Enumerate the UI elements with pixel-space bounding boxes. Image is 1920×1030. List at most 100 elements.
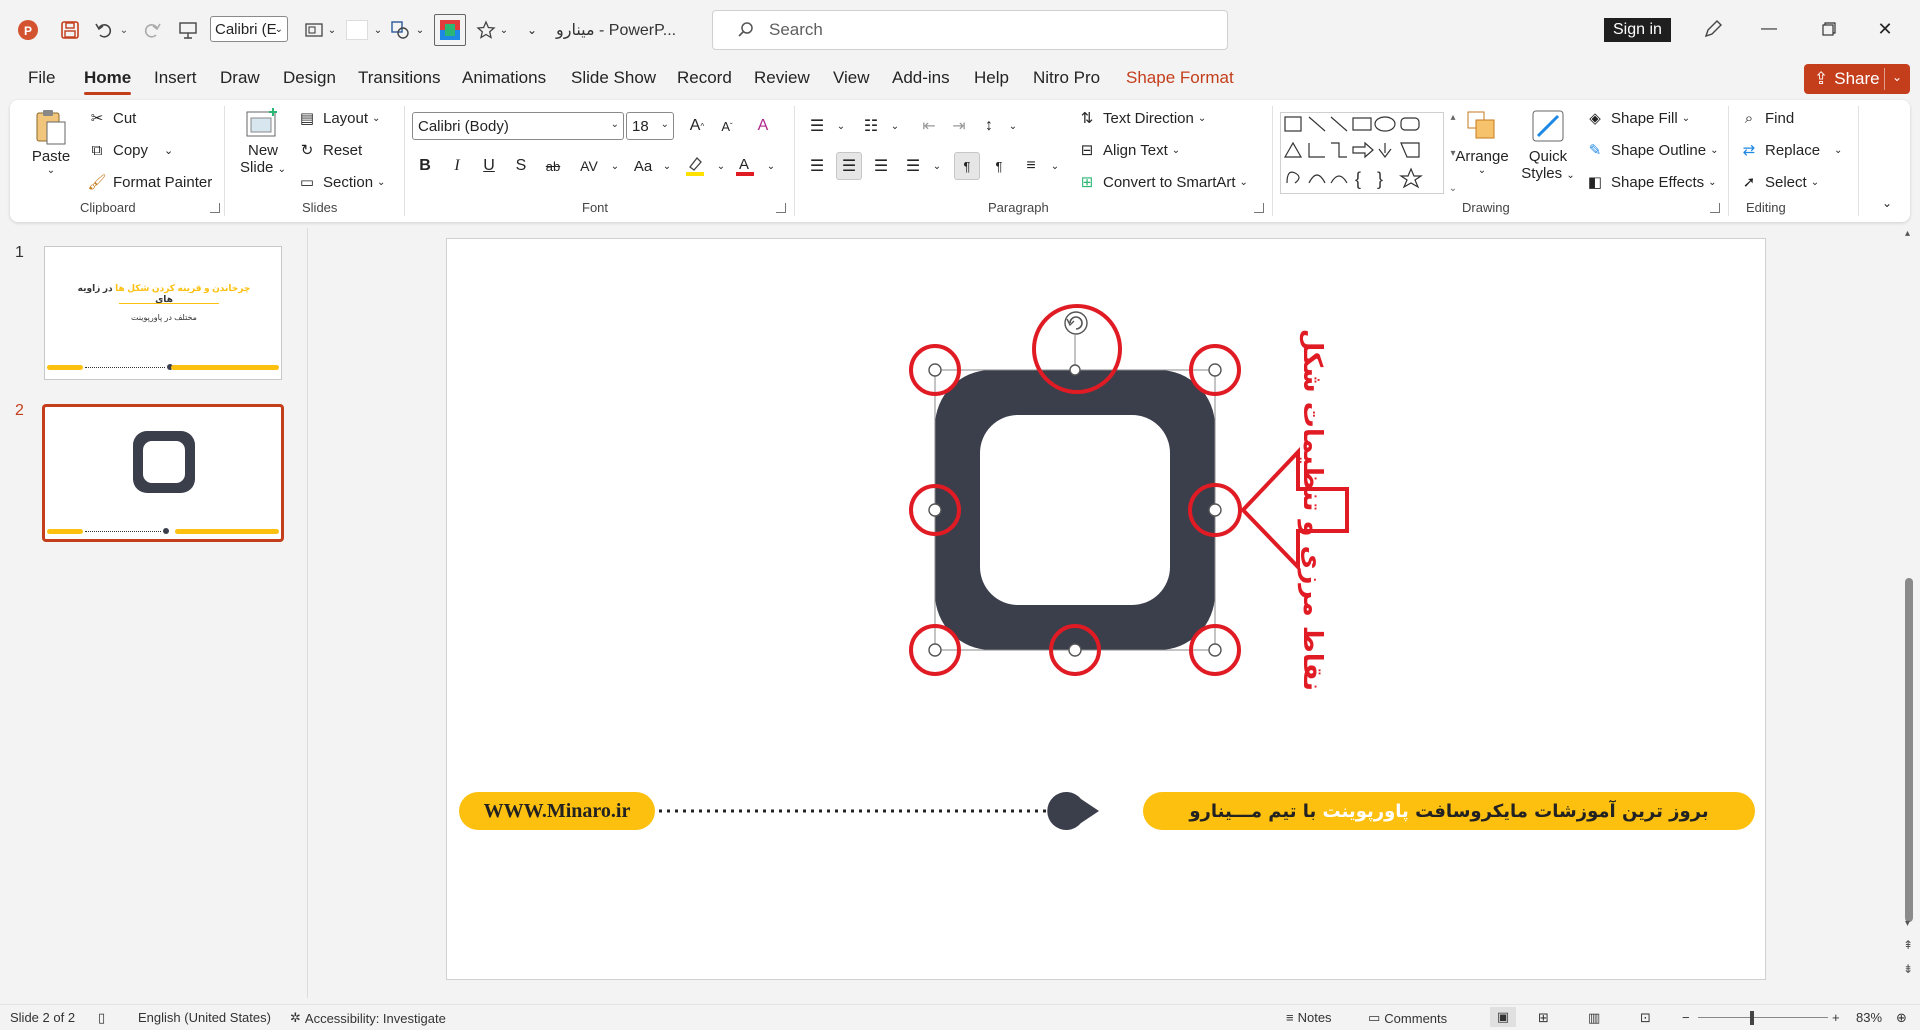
- minimize-icon[interactable]: —: [1756, 16, 1782, 42]
- reading-view-icon[interactable]: ▥: [1588, 1010, 1600, 1026]
- shape-effects-button[interactable]: ◧ Shape Effects ⌄: [1584, 172, 1717, 192]
- tab-nitro-pro[interactable]: Nitro Pro: [1033, 68, 1100, 88]
- layout-quick-dropdown-icon[interactable]: ⌄: [326, 20, 338, 40]
- zoom-slider[interactable]: [1698, 1017, 1828, 1018]
- tab-home[interactable]: Home: [84, 68, 132, 95]
- underline-icon[interactable]: U: [476, 152, 502, 180]
- scroll-down-icon[interactable]: ▾: [1905, 918, 1910, 929]
- numbering-dropdown-icon[interactable]: ⌄: [882, 112, 908, 140]
- font-launcher-icon[interactable]: [776, 203, 786, 213]
- reset-button[interactable]: ↻ Reset: [296, 140, 362, 160]
- slide-canvas[interactable]: نقاط مرزی و تنظیمات شکل WWW.Minaro.ir بر…: [446, 238, 1766, 980]
- tab-slide-show[interactable]: Slide Show: [571, 68, 656, 88]
- zoom-level[interactable]: 83%: [1856, 1010, 1882, 1025]
- section-button[interactable]: ▭ Section ⌄: [296, 172, 386, 192]
- scroll-up-icon[interactable]: ▴: [1905, 228, 1910, 239]
- character-spacing-dropdown-icon[interactable]: ⌄: [602, 152, 628, 180]
- highlight-color-icon[interactable]: [682, 152, 708, 180]
- zoom-in-icon[interactable]: +: [1832, 1010, 1840, 1025]
- fill-color-dropdown-icon[interactable]: ⌄: [372, 20, 384, 40]
- align-text-button[interactable]: ⊟ Align Text ⌄: [1076, 140, 1180, 160]
- bullets-dropdown-icon[interactable]: ⌄: [828, 112, 854, 140]
- close-icon[interactable]: ✕: [1872, 16, 1898, 42]
- quick-styles-button[interactable]: Quick Styles ⌄: [1518, 108, 1578, 182]
- highlight-dropdown-icon[interactable]: ⌄: [708, 152, 734, 180]
- pen-icon[interactable]: [1700, 16, 1726, 42]
- zoom-out-icon[interactable]: −: [1682, 1010, 1690, 1025]
- vertical-scrollbar[interactable]: ▴ ▾ ⇞ ⇟: [1898, 228, 1920, 998]
- fill-color-swatch-icon[interactable]: [346, 20, 368, 40]
- rtl-direction-icon[interactable]: ¶: [954, 152, 980, 180]
- line-spacing-icon[interactable]: ↕: [976, 112, 1002, 140]
- arrange-button[interactable]: Arrange ⌄: [1452, 108, 1512, 176]
- save-icon[interactable]: [58, 18, 82, 42]
- undo-dropdown-icon[interactable]: ⌄: [118, 20, 130, 40]
- tab-record[interactable]: Record: [677, 68, 732, 88]
- fit-to-window-icon[interactable]: ⊕: [1896, 1010, 1907, 1026]
- convert-smartart-button[interactable]: ⊞ Convert to SmartArt ⌄: [1076, 172, 1248, 192]
- tab-view[interactable]: View: [833, 68, 870, 88]
- decrease-indent-icon[interactable]: ⇤: [916, 112, 942, 140]
- spelling-icon[interactable]: ▯: [98, 1010, 105, 1026]
- sign-in-button[interactable]: Sign in: [1604, 18, 1671, 42]
- numbering-icon[interactable]: ☷: [858, 112, 884, 140]
- start-from-beginning-icon[interactable]: [176, 18, 200, 42]
- scrollbar-thumb[interactable]: [1905, 578, 1913, 922]
- paragraph-launcher-icon[interactable]: [1254, 203, 1264, 213]
- ltr-direction-icon[interactable]: ¶: [986, 152, 1012, 180]
- accessibility-status[interactable]: ✲ Accessibility: Investigate: [290, 1010, 446, 1026]
- shapes-quick-icon[interactable]: [388, 18, 412, 42]
- notes-button[interactable]: ≡ Notes: [1286, 1010, 1332, 1025]
- tab-draw[interactable]: Draw: [220, 68, 260, 88]
- find-button[interactable]: ⌕ Find: [1738, 108, 1794, 128]
- slideshow-view-icon[interactable]: ⊡: [1640, 1010, 1651, 1026]
- previous-slide-icon[interactable]: ⇞: [1903, 938, 1913, 952]
- tab-review[interactable]: Review: [754, 68, 810, 88]
- customize-toolbar-icon[interactable]: ⌄: [524, 20, 540, 40]
- text-direction-button[interactable]: ⇅ Text Direction ⌄: [1076, 108, 1207, 128]
- font-color-dropdown-icon[interactable]: ⌄: [758, 152, 784, 180]
- copy-button[interactable]: ⧉ Copy ⌄: [86, 140, 174, 160]
- bold-icon[interactable]: B: [412, 152, 438, 180]
- justify-icon[interactable]: ☰: [900, 152, 926, 180]
- increase-indent-icon[interactable]: ⇥: [946, 112, 972, 140]
- columns-icon[interactable]: ≡: [1018, 152, 1044, 180]
- tab-insert[interactable]: Insert: [154, 68, 197, 88]
- columns-dropdown-icon[interactable]: ⌄: [1042, 152, 1068, 180]
- share-button[interactable]: ⇪ Share ⌄: [1804, 64, 1910, 94]
- tab-file[interactable]: File: [28, 68, 55, 88]
- theme-color-icon[interactable]: [434, 14, 466, 46]
- zoom-slider-thumb[interactable]: [1750, 1011, 1754, 1025]
- tab-transitions[interactable]: Transitions: [358, 68, 441, 88]
- layout-button[interactable]: ▤ Layout ⌄: [296, 108, 381, 128]
- star-quick-icon[interactable]: [474, 18, 498, 42]
- shapes-quick-dropdown-icon[interactable]: ⌄: [414, 20, 426, 40]
- clipboard-launcher-icon[interactable]: [210, 203, 220, 213]
- rotation-handle-icon[interactable]: [1064, 311, 1088, 335]
- clear-formatting-icon[interactable]: A: [750, 112, 776, 140]
- increase-font-icon[interactable]: A ^: [684, 112, 710, 140]
- language-status[interactable]: English (United States): [138, 1010, 271, 1025]
- redo-icon[interactable]: [140, 18, 164, 42]
- strikethrough-icon[interactable]: ab: [540, 152, 566, 180]
- font-size-combo[interactable]: 18 ⌄: [626, 112, 674, 140]
- change-case-dropdown-icon[interactable]: ⌄: [654, 152, 680, 180]
- format-painter-button[interactable]: 🖌 Format Painter: [86, 172, 212, 192]
- layout-quick-icon[interactable]: [302, 18, 326, 42]
- decrease-font-icon[interactable]: Aˇ: [714, 112, 740, 140]
- star-quick-dropdown-icon[interactable]: ⌄: [498, 20, 510, 40]
- tab-design[interactable]: Design: [283, 68, 336, 88]
- replace-button[interactable]: ⇄ Replace ⌄: [1738, 140, 1843, 160]
- tab-shape-format[interactable]: Shape Format: [1126, 68, 1234, 88]
- share-dropdown-icon[interactable]: ⌄: [1892, 70, 1902, 84]
- slide-sorter-icon[interactable]: ⊞: [1538, 1010, 1549, 1026]
- align-center-icon[interactable]: ☰: [836, 152, 862, 180]
- restore-icon[interactable]: [1816, 16, 1842, 42]
- slide-thumbnail-1[interactable]: چرخاندن و قرینه کردن شکل ها در زاویه های…: [44, 246, 282, 380]
- change-case-icon[interactable]: Aa: [630, 152, 656, 180]
- next-slide-icon[interactable]: ⇟: [1903, 962, 1913, 976]
- bullets-icon[interactable]: ☰: [804, 112, 830, 140]
- font-color-icon[interactable]: A: [732, 152, 758, 180]
- normal-view-icon[interactable]: ▣: [1490, 1007, 1516, 1027]
- tab-animations[interactable]: Animations: [462, 68, 546, 88]
